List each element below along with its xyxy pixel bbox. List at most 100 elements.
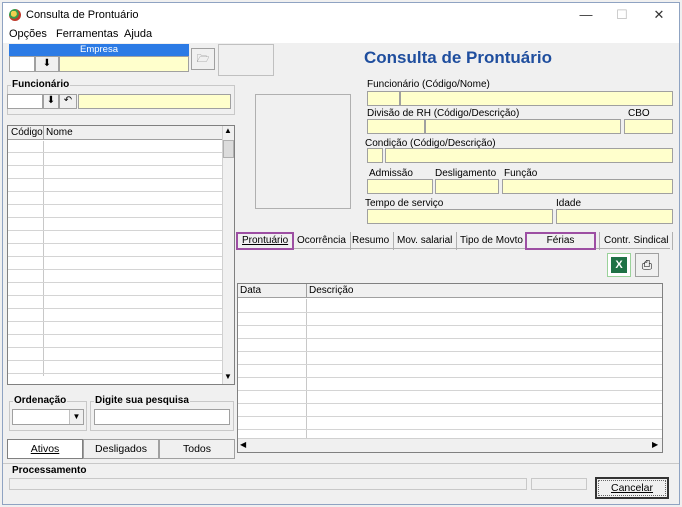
tab-resumo-label: Resumo — [352, 235, 390, 246]
empty-grid-row — [8, 269, 222, 270]
processamento-label: Processamento — [11, 465, 88, 476]
funcionario-code-input[interactable] — [7, 94, 43, 109]
window-title: Consulta de Prontuário — [26, 9, 139, 21]
empty-grid-row — [238, 429, 662, 430]
header-divider — [306, 284, 307, 298]
condicao-desc-field — [385, 148, 673, 163]
empty-grid-row — [238, 325, 662, 326]
close-button[interactable]: ✕ — [644, 6, 674, 24]
menu-ferramentas[interactable]: Ferramentas — [56, 28, 118, 40]
empty-grid-row — [8, 334, 222, 335]
undo-icon: ↶ — [63, 95, 73, 106]
funcionario-name-field[interactable] — [78, 94, 231, 109]
empty-grid-row — [238, 390, 662, 391]
down-arrow-icon: ⬇ — [46, 95, 56, 106]
empty-grid-row — [238, 403, 662, 404]
col-data[interactable]: Data — [240, 285, 261, 296]
tab-ferias[interactable]: Férias — [525, 232, 596, 250]
empty-grid-row — [8, 282, 222, 283]
history-grid[interactable]: Data Descrição ◀ ▶ — [237, 283, 663, 453]
app-icon — [9, 9, 21, 21]
scroll-left-icon[interactable]: ◀ — [240, 440, 246, 449]
employee-grid-scrollbar[interactable]: ▲ ▼ — [222, 126, 234, 384]
scroll-up-icon[interactable]: ▲ — [224, 126, 232, 135]
funcionario-dropdown-button[interactable]: ⬇ — [43, 94, 59, 109]
col-descricao[interactable]: Descrição — [309, 285, 353, 296]
empresa-dropdown-button[interactable]: ⬇ — [35, 56, 59, 72]
desligamento-field — [435, 179, 499, 194]
search-input[interactable] — [94, 409, 230, 425]
print-button[interactable]: ⎙ — [635, 253, 659, 277]
empty-grid-row — [238, 364, 662, 365]
filter-ativos-button[interactable]: Ativos — [7, 439, 83, 459]
scroll-thumb[interactable] — [223, 140, 234, 158]
admissao-field — [367, 179, 433, 194]
filter-todos-label: Todos — [182, 443, 212, 455]
condicao-code-field — [367, 148, 383, 163]
pesquisa-label: Digite sua pesquisa — [94, 395, 190, 406]
tab-ocorrencia-label: Ocorrência — [297, 235, 346, 246]
employee-grid[interactable]: Código Nome ▲ ▼ — [7, 125, 235, 385]
empty-grid-row — [8, 347, 222, 348]
main-window: Consulta de Prontuário — ☐ ✕ Opções Ferr… — [2, 2, 680, 505]
empty-grid-row — [8, 230, 222, 231]
filter-todos-button[interactable]: Todos — [159, 439, 235, 459]
chevron-down-icon[interactable]: ▼ — [69, 410, 83, 424]
idade-label: Idade — [556, 198, 582, 209]
empty-grid-row — [238, 312, 662, 313]
title-bar: Consulta de Prontuário — ☐ ✕ — [3, 3, 679, 27]
idade-field — [556, 209, 673, 224]
divisao-label: Divisão de RH (Código/Descrição) — [367, 108, 520, 119]
tab-contr-sindical-label: Contr. Sindical — [604, 235, 669, 246]
empresa-name-field[interactable] — [59, 56, 189, 72]
menu-bar: Opções Ferramentas Ajuda — [3, 27, 679, 43]
col-nome[interactable]: Nome — [46, 127, 73, 138]
scroll-right-icon[interactable]: ▶ — [652, 440, 658, 449]
empty-grid-row — [238, 377, 662, 378]
minimize-button[interactable]: — — [571, 6, 601, 24]
scroll-down-icon[interactable]: ▼ — [224, 372, 232, 381]
empty-grid-row — [8, 165, 222, 166]
header-divider — [43, 126, 44, 140]
empty-grid-row — [8, 152, 222, 153]
empty-grid-row — [238, 351, 662, 352]
empty-grid-row — [238, 416, 662, 417]
ordenacao-label: Ordenação — [13, 395, 68, 406]
tab-prontuario[interactable]: Prontuário — [236, 232, 295, 250]
empresa-logo-box — [218, 44, 274, 76]
filter-desligados-label: Desligados — [95, 443, 147, 455]
maximize-button[interactable]: ☐ — [607, 6, 637, 24]
progress-status-box — [531, 478, 587, 490]
open-folder-button[interactable]: 🗁 — [191, 48, 215, 70]
funcionario-label: Funcionário — [11, 79, 71, 90]
empty-grid-row — [8, 321, 222, 322]
col-codigo[interactable]: Código — [11, 127, 43, 138]
empty-grid-row — [8, 191, 222, 192]
empresa-code-input[interactable] — [9, 56, 35, 72]
tab-mov-salarial[interactable]: Mov. salarial — [393, 232, 458, 250]
excel-icon: X — [611, 257, 627, 273]
filter-desligados-button[interactable]: Desligados — [83, 439, 159, 459]
undo-button[interactable]: ↶ — [59, 94, 77, 109]
tab-prontuario-label: Prontuário — [242, 235, 289, 246]
cbo-field — [624, 119, 673, 134]
tab-resumo[interactable]: Resumo — [348, 232, 395, 250]
progress-bar — [9, 478, 527, 490]
divisao-desc-field — [425, 119, 621, 134]
tempo-servico-field — [367, 209, 553, 224]
cancel-button[interactable]: Cancelar — [595, 477, 669, 499]
tab-contr-sindical[interactable]: Contr. Sindical — [599, 232, 674, 250]
history-hscrollbar[interactable]: ◀ ▶ — [238, 438, 662, 452]
tab-tipo-movto[interactable]: Tipo de Movto — [456, 232, 527, 250]
ordenacao-select[interactable]: ▼ — [12, 409, 84, 425]
empty-grid-row — [8, 295, 222, 296]
empty-grid-row — [8, 217, 222, 218]
excel-export-button[interactable]: X — [607, 253, 631, 277]
filter-ativos-label: Ativos — [30, 443, 60, 455]
employee-grid-header: Código Nome — [8, 126, 222, 140]
down-arrow-icon: ⬇ — [42, 58, 52, 69]
menu-ajuda[interactable]: Ajuda — [124, 28, 152, 40]
tab-mov-salarial-label: Mov. salarial — [397, 235, 453, 246]
menu-opcoes[interactable]: Opções — [9, 28, 47, 40]
tab-ocorrencia[interactable]: Ocorrência — [293, 232, 351, 250]
